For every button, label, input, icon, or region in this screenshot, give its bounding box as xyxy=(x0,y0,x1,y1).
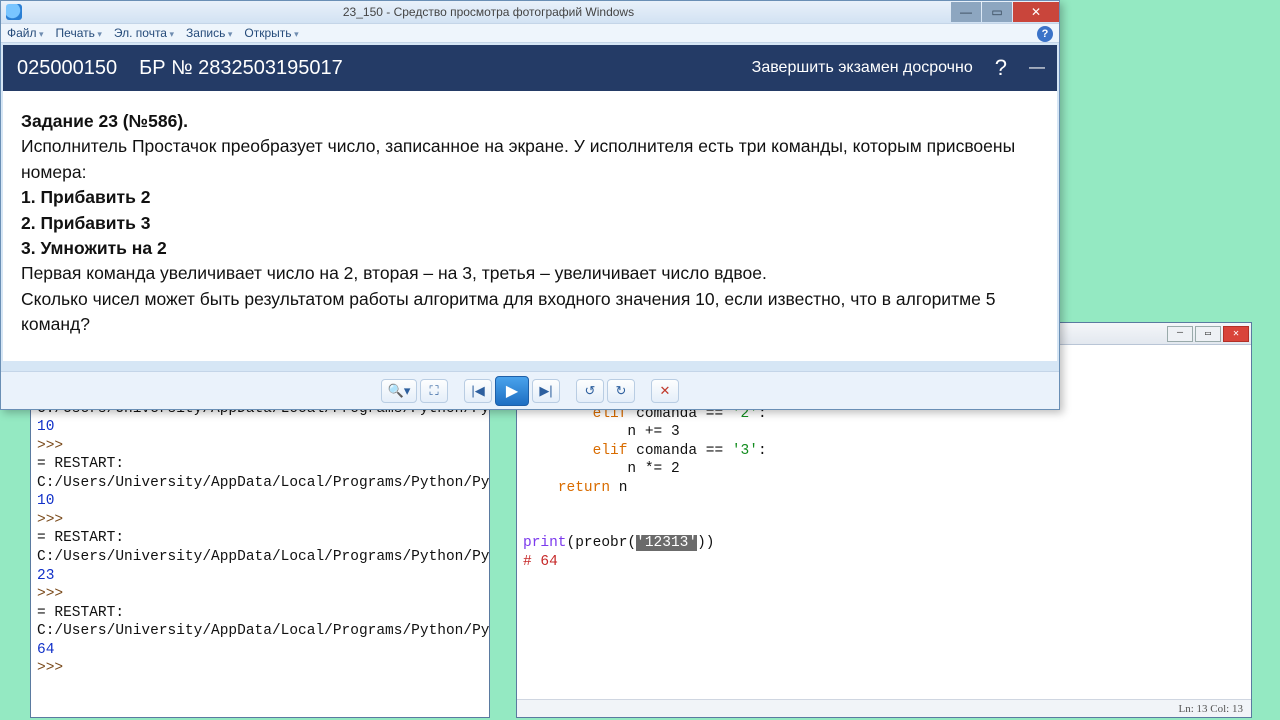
finish-exam-button[interactable]: Завершить экзамен досрочно xyxy=(752,59,973,77)
exam-id-1: 025000150 xyxy=(17,57,117,80)
exam-body: Задание 23 (№586). Исполнитель Простачок… xyxy=(3,91,1057,361)
exam-help-icon[interactable]: ? xyxy=(995,55,1007,81)
zoom-button[interactable]: 🔍▾ xyxy=(381,379,417,403)
exam-collapse-icon[interactable]: — xyxy=(1029,59,1043,77)
prev-button[interactable]: |◀ xyxy=(464,379,492,403)
menu-file[interactable]: Файл xyxy=(7,26,44,40)
task-p2: Первая команда увеличивает число на 2, в… xyxy=(21,261,1039,286)
rotate-ccw-button[interactable]: ↺ xyxy=(576,379,604,403)
photo-viewer-window: 23_150 - Средство просмотра фотографий W… xyxy=(0,0,1060,410)
maximize-button[interactable]: ▭ xyxy=(982,2,1012,22)
task-p3: Сколько чисел может быть результатом раб… xyxy=(21,287,1039,338)
photo-viewer-toolbar: 🔍▾ ⛶ |◀ ▶ ▶| ↺ ↻ ✕ xyxy=(1,371,1059,409)
task-cmd-2: 2. Прибавить 3 xyxy=(21,213,150,233)
rotate-cw-button[interactable]: ↻ xyxy=(607,379,635,403)
editor-close-button[interactable]: ✕ xyxy=(1223,326,1249,342)
exam-header: 025000150 БР № 2832503195017 Завершить э… xyxy=(3,45,1057,91)
close-button[interactable]: ✕ xyxy=(1013,2,1059,22)
delete-button[interactable]: ✕ xyxy=(651,379,679,403)
slideshow-button[interactable]: ▶ xyxy=(495,376,529,406)
menu-open[interactable]: Открыть xyxy=(244,26,298,40)
task-cmd-3: 3. Умножить на 2 xyxy=(21,238,167,258)
app-icon xyxy=(6,4,22,20)
task-cmd-1: 1. Прибавить 2 xyxy=(21,187,150,207)
minimize-button[interactable]: — xyxy=(951,2,981,22)
menu-print[interactable]: Печать xyxy=(56,26,102,40)
window-title: 23_150 - Средство просмотра фотографий W… xyxy=(27,5,950,19)
editor-minimize-button[interactable]: — xyxy=(1167,326,1193,342)
task-p1: Исполнитель Простачок преобразует число,… xyxy=(21,134,1039,185)
menu-email[interactable]: Эл. почта xyxy=(114,26,174,40)
help-icon[interactable]: ? xyxy=(1037,26,1053,42)
photo-content: 025000150 БР № 2832503195017 Завершить э… xyxy=(3,45,1057,361)
editor-maximize-button[interactable]: ▭ xyxy=(1195,326,1221,342)
photo-viewer-titlebar[interactable]: 23_150 - Средство просмотра фотографий W… xyxy=(1,1,1059,23)
exam-id-2: БР № 2832503195017 xyxy=(139,57,343,80)
editor-statusbar: Ln: 13 Col: 13 xyxy=(517,699,1251,717)
fit-button[interactable]: ⛶ xyxy=(420,379,448,403)
menu-burn[interactable]: Запись xyxy=(186,26,232,40)
task-title: Задание 23 (№586). xyxy=(21,111,188,131)
next-button[interactable]: ▶| xyxy=(532,379,560,403)
menu-bar: Файл Печать Эл. почта Запись Открыть ? xyxy=(1,23,1059,43)
